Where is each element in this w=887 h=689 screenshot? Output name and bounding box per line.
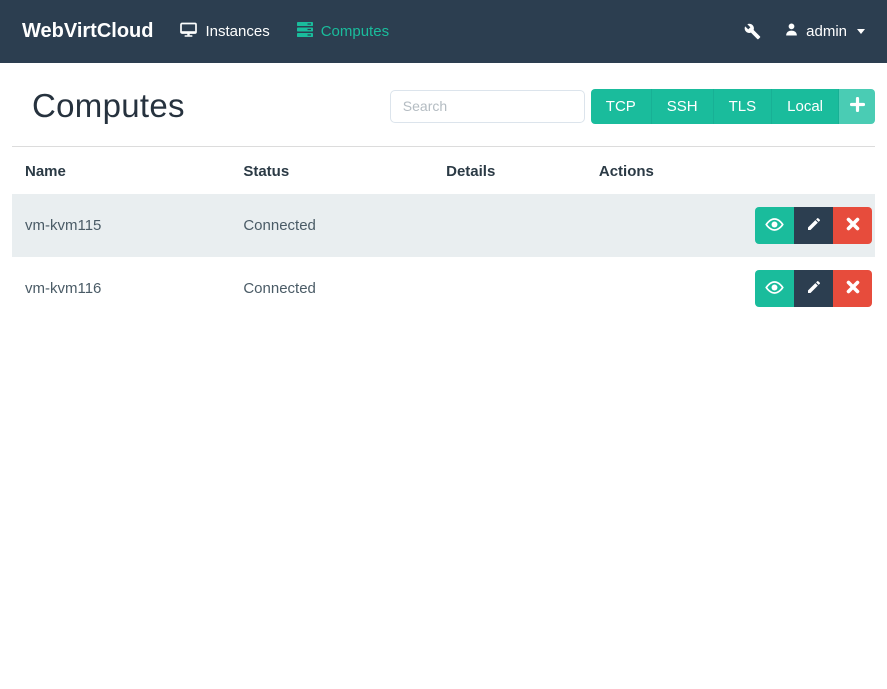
row-actions xyxy=(755,270,872,307)
table-header-row: Name Status Details Actions xyxy=(12,147,875,194)
nav-item-computes[interactable]: Computes xyxy=(296,22,390,41)
table-row: vm-kvm116 Connected xyxy=(12,257,875,320)
navbar-right: admin xyxy=(744,22,865,41)
table-row: vm-kvm115 Connected xyxy=(12,194,875,257)
add-compute-toolbar: TCP SSH TLS Local xyxy=(590,88,875,124)
eye-icon xyxy=(764,279,785,299)
column-header-status: Status xyxy=(243,163,290,180)
plus-icon xyxy=(849,96,865,115)
compute-name: vm-kvm115 xyxy=(25,217,102,234)
add-compute-button[interactable] xyxy=(838,88,875,124)
delete-compute-button[interactable] xyxy=(833,207,872,244)
close-icon xyxy=(846,217,860,234)
pencil-icon xyxy=(806,279,822,298)
eye-icon xyxy=(764,216,785,236)
column-header-details: Details xyxy=(446,163,496,180)
add-ssh-button[interactable]: SSH xyxy=(650,88,713,124)
user-name: admin xyxy=(806,23,847,40)
top-navbar: WebVirtCloud Instances Computes admin xyxy=(0,0,887,63)
monitor-icon xyxy=(180,22,198,42)
compute-details xyxy=(433,194,586,257)
row-actions xyxy=(755,207,872,244)
nav-item-label: Instances xyxy=(205,23,270,40)
add-local-button[interactable]: Local xyxy=(771,88,838,124)
user-menu[interactable]: admin xyxy=(784,22,865,41)
server-icon xyxy=(296,22,313,41)
page-header-row: Computes TCP SSH TLS Local xyxy=(12,87,875,125)
brand-logo[interactable]: WebVirtCloud xyxy=(22,20,153,43)
edit-compute-button[interactable] xyxy=(794,207,833,244)
compute-name: vm-kvm116 xyxy=(25,280,102,297)
computes-table: Name Status Details Actions vm-kvm115 Co… xyxy=(12,147,875,320)
compute-details xyxy=(433,257,586,320)
compute-status: Connected xyxy=(243,217,316,234)
page-title: Computes xyxy=(32,87,185,124)
delete-compute-button[interactable] xyxy=(833,270,872,307)
add-tcp-button[interactable]: TCP xyxy=(590,88,651,124)
column-header-actions: Actions xyxy=(598,163,654,180)
main-content: Computes TCP SSH TLS Local Name Status xyxy=(0,87,887,320)
main-nav: Instances Computes xyxy=(180,22,389,42)
edit-compute-button[interactable] xyxy=(794,270,833,307)
add-tls-button[interactable]: TLS xyxy=(712,88,772,124)
compute-status: Connected xyxy=(243,280,316,297)
nav-item-instances[interactable]: Instances xyxy=(180,22,270,42)
chevron-down-icon xyxy=(857,29,865,34)
close-icon xyxy=(846,280,860,297)
search-input[interactable] xyxy=(389,89,585,123)
pencil-icon xyxy=(806,216,822,235)
wrench-icon[interactable] xyxy=(744,23,761,40)
view-compute-button[interactable] xyxy=(755,207,794,244)
nav-item-label: Computes xyxy=(320,23,390,40)
view-compute-button[interactable] xyxy=(755,270,794,307)
user-icon xyxy=(784,22,799,41)
column-header-name: Name xyxy=(25,163,66,180)
